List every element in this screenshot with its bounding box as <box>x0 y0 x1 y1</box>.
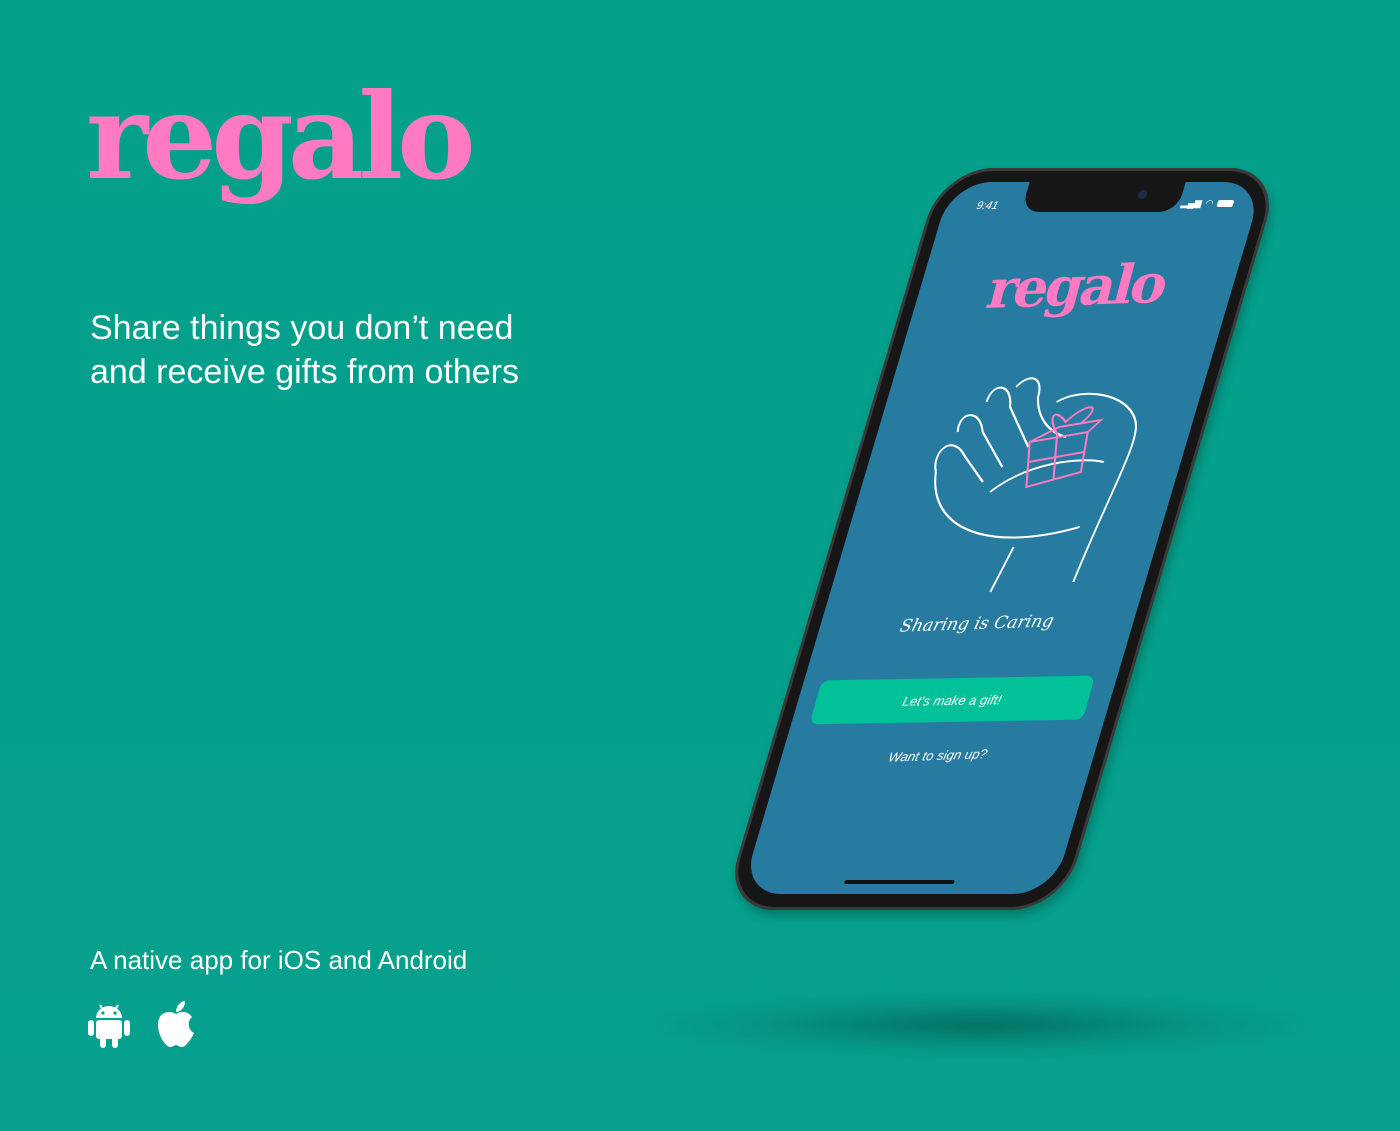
brand-logo: regalo <box>86 67 476 206</box>
home-indicator[interactable] <box>843 880 955 884</box>
status-icons: ▂▄▆ ◠ <box>1180 198 1235 209</box>
app-screen: 9:41 ▂▄▆ ◠ regalo Sharing is Caring Let’… <box>740 182 1264 894</box>
app-logo: regalo <box>980 250 1174 322</box>
battery-icon <box>1216 200 1235 207</box>
phone-mockup: 9:41 ▂▄▆ ◠ regalo Sharing is Caring Let’… <box>722 168 1282 910</box>
make-gift-button[interactable]: Let’s make a gift! <box>809 675 1096 725</box>
hand-gift-illustration <box>934 377 1138 593</box>
apple-icon <box>158 1001 194 1047</box>
phone-notch <box>1020 182 1186 212</box>
tagline: Share things you don’t need and receive … <box>90 306 610 394</box>
signal-icon: ▂▄▆ <box>1179 198 1204 208</box>
phone-shadow <box>640 990 1320 1060</box>
tagline-line-2: and receive gifts from others <box>90 353 519 391</box>
tagline-line-1: Share things you don’t need <box>90 309 514 347</box>
camera-icon <box>1136 190 1149 199</box>
sign-up-link[interactable]: Want to sign up? <box>778 743 1097 769</box>
status-time: 9:41 <box>974 200 1000 212</box>
wifi-icon: ◠ <box>1204 198 1216 208</box>
platform-icons <box>88 1000 196 1048</box>
android-icon <box>88 1004 130 1048</box>
platforms-label: A native app for iOS and Android <box>90 945 468 975</box>
app-slogan: Sharing is Caring <box>897 611 1056 637</box>
